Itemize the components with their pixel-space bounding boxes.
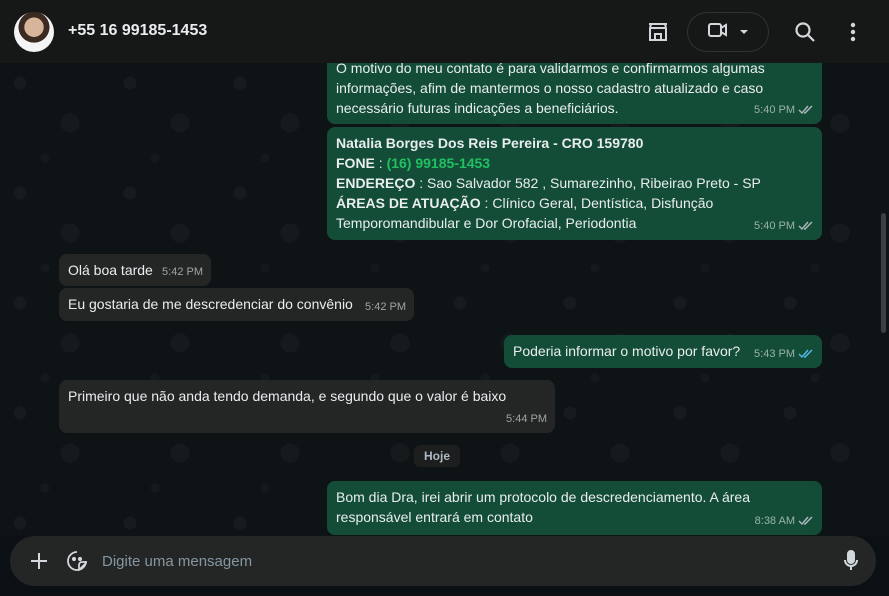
- store-icon[interactable]: [644, 18, 672, 46]
- message-input[interactable]: [102, 546, 802, 576]
- double-check-icon: [798, 349, 814, 359]
- message-list[interactable]: O motivo do meu contato é para validarmo…: [0, 63, 889, 536]
- message-composer: [10, 536, 876, 586]
- message-outgoing[interactable]: Poderia informar o motivo por favor? 5:4…: [504, 335, 822, 368]
- message-text-line: O motivo do meu contato é para validarmo…: [336, 63, 765, 76]
- message-meta: 5:40 PM: [754, 216, 814, 236]
- message-text-line: Temporomandibular e Dor Orofacial, Perio…: [336, 215, 637, 231]
- message-text-line: Natalia Borges Dos Reis Pereira - CRO 15…: [336, 135, 644, 151]
- message-incoming[interactable]: Eu gostaria de me descredenciar do convê…: [59, 288, 414, 321]
- areas-value: Clínico Geral, Dentística, Disfunção: [492, 195, 714, 211]
- double-check-icon: [798, 105, 814, 115]
- double-check-icon: [798, 221, 814, 231]
- message-time: 8:38 AM: [754, 515, 795, 527]
- message-time: 5:42 PM: [162, 266, 203, 278]
- contact-name[interactable]: +55 16 99185-1453: [68, 22, 207, 40]
- message-text-line: Bom dia Dra, irei abrir um protocolo de …: [336, 489, 750, 505]
- message-meta: 5:42 PM: [162, 262, 203, 282]
- message-text-line: responsável entrará em contato: [336, 509, 533, 525]
- phone-link[interactable]: (16) 99185-1453: [387, 155, 491, 171]
- message-incoming[interactable]: Olá boa tarde 5:42 PM: [59, 254, 211, 286]
- message-meta: 5:44 PM: [506, 409, 547, 429]
- message-time: 5:43 PM: [754, 348, 795, 360]
- date-divider: Hoje: [414, 445, 460, 467]
- plus-icon[interactable]: [26, 548, 52, 574]
- video-call-icon: [707, 21, 729, 44]
- phone-label: FONE: [336, 155, 375, 171]
- chevron-down-icon: [739, 23, 749, 41]
- message-meta: 5:42 PM: [365, 297, 406, 317]
- message-text-line: informações, afim de mantermos o nosso c…: [336, 80, 764, 96]
- areas-label: ÁREAS DE ATUAÇÃO: [336, 195, 481, 211]
- message-time: 5:40 PM: [754, 104, 795, 116]
- message-text: Eu gostaria de me descredenciar do convê…: [68, 296, 353, 312]
- message-text-line: FONE : (16) 99185-1453: [336, 155, 491, 171]
- message-meta: 5:40 PM: [754, 100, 814, 120]
- message-text-line: ENDEREÇO : Sao Salvador 582 , Sumarezinh…: [336, 175, 761, 191]
- message-outgoing[interactable]: Bom dia Dra, irei abrir um protocolo de …: [327, 481, 822, 535]
- message-outgoing[interactable]: Natalia Borges Dos Reis Pereira - CRO 15…: [327, 127, 822, 240]
- message-time: 5:40 PM: [754, 220, 795, 232]
- message-incoming[interactable]: Primeiro que não anda tendo demanda, e s…: [59, 380, 555, 433]
- message-time: 5:44 PM: [506, 413, 547, 425]
- sticker-icon[interactable]: [64, 548, 90, 574]
- message-time: 5:42 PM: [365, 301, 406, 313]
- mic-icon[interactable]: [838, 548, 864, 574]
- message-text: Poderia informar o motivo por favor?: [513, 343, 741, 359]
- message-meta: 8:38 AM: [755, 511, 814, 531]
- menu-icon[interactable]: [840, 19, 866, 45]
- message-text-line: necessário futuras indicações a benefici…: [336, 100, 619, 116]
- message-text-line: ÁREAS DE ATUAÇÃO : Clínico Geral, Dentís…: [336, 195, 714, 211]
- address-label: ENDEREÇO: [336, 175, 416, 191]
- chat-header: +55 16 99185-1453: [0, 0, 889, 63]
- video-call-button[interactable]: [687, 12, 769, 52]
- avatar[interactable]: [14, 12, 54, 52]
- scrollbar[interactable]: [881, 213, 886, 333]
- double-check-icon: [798, 516, 814, 526]
- message-text: Olá boa tarde: [68, 262, 153, 278]
- search-icon[interactable]: [792, 19, 818, 45]
- message-meta: 5:43 PM: [754, 344, 814, 364]
- address-value: Sao Salvador 582 , Sumarezinho, Ribeirao…: [427, 175, 761, 191]
- message-outgoing[interactable]: O motivo do meu contato é para validarmo…: [327, 63, 822, 124]
- message-text: Primeiro que não anda tendo demanda, e s…: [68, 388, 507, 404]
